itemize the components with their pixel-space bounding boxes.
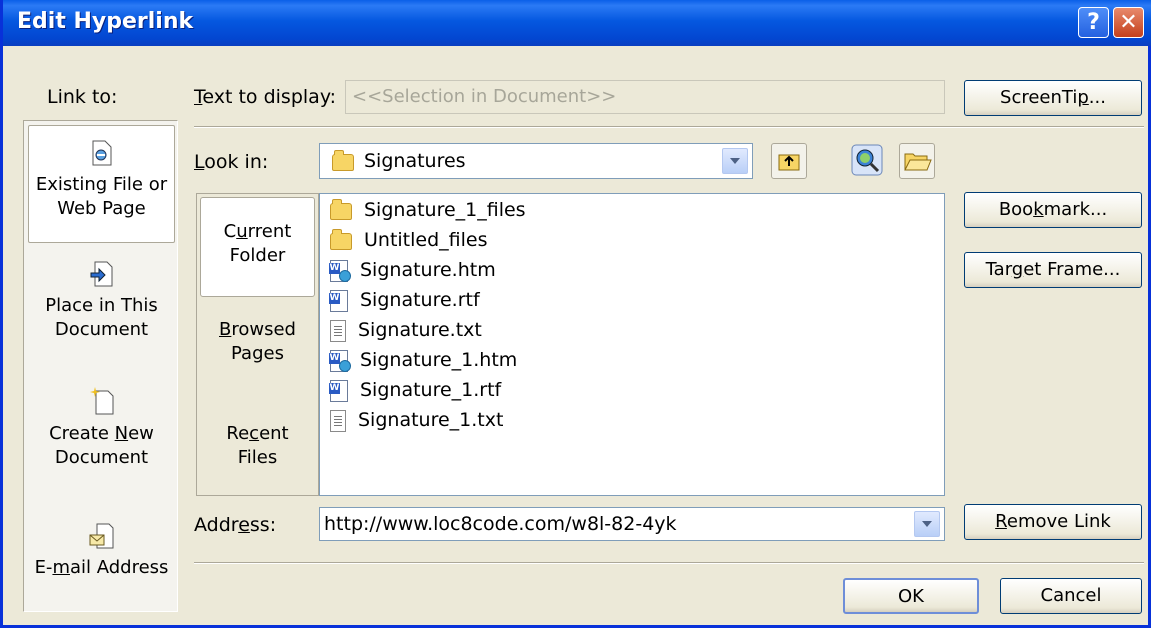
dialog-title: Edit Hyperlink bbox=[17, 9, 194, 34]
list-item[interactable]: Signature_1.txt bbox=[330, 406, 503, 434]
list-item[interactable]: Signature_1.rtf bbox=[329, 376, 502, 404]
tab-browsed-line2: Pages bbox=[231, 343, 284, 364]
file-name: Signature_1_files bbox=[364, 199, 526, 221]
link-existing-file-line2: Web Page bbox=[57, 198, 146, 219]
tab-browsed-pages[interactable]: Browsed Pages bbox=[200, 318, 315, 378]
list-item[interactable]: Signature.htm bbox=[329, 256, 496, 284]
link-place-in-document[interactable]: Place in This Document bbox=[28, 261, 175, 361]
tab-current-line2: Folder bbox=[229, 245, 286, 266]
file-name: Signature.htm bbox=[360, 259, 496, 281]
folder-icon bbox=[330, 229, 352, 250]
target-frame-button[interactable]: Target Frame... bbox=[964, 252, 1142, 288]
browse-web-icon bbox=[851, 144, 883, 176]
email-address-icon bbox=[89, 523, 113, 549]
link-existing-file[interactable]: Existing File or Web Page bbox=[28, 125, 175, 243]
tab-current-line1: Current bbox=[223, 221, 292, 242]
title-bar[interactable]: Edit Hyperlink ? ✕ bbox=[3, 0, 1151, 46]
file-name: Signature.rtf bbox=[360, 289, 480, 311]
tab-recent-files[interactable]: Recent Files bbox=[200, 422, 315, 482]
file-name: Signature_1.htm bbox=[360, 349, 518, 371]
text-to-display-label: Text to display: bbox=[194, 86, 337, 108]
file-name: Signature.txt bbox=[358, 319, 482, 341]
bookmark-button[interactable]: Bookmark... bbox=[964, 192, 1142, 228]
text-to-display-field[interactable]: <<Selection in Document>> bbox=[345, 80, 945, 114]
file-name: Untitled_files bbox=[364, 229, 488, 251]
address-label: Address: bbox=[194, 514, 277, 536]
place-in-document-icon bbox=[90, 261, 112, 287]
separator-bottom bbox=[194, 562, 1144, 564]
link-existing-file-line1: Existing File or bbox=[35, 174, 168, 195]
tab-current-folder[interactable]: Current Folder bbox=[200, 197, 315, 297]
word-web-page-icon bbox=[329, 259, 351, 282]
edit-hyperlink-dialog: Edit Hyperlink ? ✕ Link to: Existing Fil… bbox=[0, 0, 1151, 628]
word-document-icon bbox=[329, 379, 348, 402]
create-new-document-icon bbox=[89, 387, 113, 415]
address-field[interactable]: http://www.loc8code.com/w8l-82-4yk bbox=[319, 507, 945, 541]
file-list[interactable]: Signature_1_files Untitled_files Signatu… bbox=[319, 193, 945, 496]
link-to-pane: Existing File or Web Page Place in This … bbox=[23, 120, 178, 612]
link-email-address[interactable]: E-mail Address bbox=[28, 523, 175, 603]
text-file-icon bbox=[330, 319, 346, 342]
list-item[interactable]: Signature.txt bbox=[330, 316, 482, 344]
link-create-new-document[interactable]: Create New Document bbox=[28, 387, 175, 487]
word-document-icon bbox=[329, 289, 348, 312]
link-create-new-line1: Create New bbox=[49, 423, 154, 444]
folder-icon bbox=[332, 150, 354, 171]
file-name: Signature_1.txt bbox=[358, 409, 504, 431]
tab-recent-line1: Recent bbox=[226, 423, 289, 444]
file-name: Signature_1.rtf bbox=[360, 379, 502, 401]
list-item[interactable]: Signature.rtf bbox=[329, 286, 480, 314]
look-in-label: Look in: bbox=[194, 151, 269, 173]
look-in-value: Signatures bbox=[364, 150, 466, 172]
close-icon[interactable]: ✕ bbox=[1113, 7, 1144, 38]
up-folder-icon bbox=[778, 154, 800, 171]
separator-top bbox=[194, 126, 1144, 128]
browse-file-button[interactable] bbox=[899, 143, 935, 179]
link-email-line1: E-mail Address bbox=[34, 557, 169, 578]
cancel-button[interactable]: Cancel bbox=[1000, 578, 1142, 614]
list-item[interactable]: Signature_1_files bbox=[330, 196, 526, 224]
tab-browsed-line1: Browsed bbox=[219, 319, 296, 340]
address-dropdown-arrow-icon[interactable] bbox=[914, 511, 940, 537]
text-file-icon bbox=[330, 409, 346, 432]
link-create-new-line2: Document bbox=[54, 447, 149, 468]
browse-web-button[interactable] bbox=[850, 143, 886, 179]
link-place-line2: Document bbox=[54, 319, 149, 340]
look-in-dropdown-arrow-icon[interactable] bbox=[722, 148, 748, 174]
folder-icon bbox=[330, 199, 352, 220]
screentip-button[interactable]: ScreenTip... bbox=[964, 80, 1142, 116]
tab-recent-line2: Files bbox=[237, 447, 278, 468]
word-web-page-icon bbox=[329, 349, 351, 372]
remove-link-button[interactable]: Remove Link bbox=[964, 504, 1142, 540]
ok-button[interactable]: OK bbox=[843, 578, 979, 614]
up-one-folder-button[interactable] bbox=[771, 143, 807, 179]
list-item[interactable]: Untitled_files bbox=[330, 226, 488, 254]
link-to-heading: Link to: bbox=[47, 86, 118, 108]
link-place-line1: Place in This bbox=[45, 295, 158, 316]
address-value: http://www.loc8code.com/w8l-82-4yk bbox=[324, 513, 677, 535]
open-folder-icon bbox=[904, 153, 932, 171]
look-in-dropdown[interactable]: Signatures bbox=[319, 143, 753, 179]
browse-tabs: Current Folder Browsed Pages Recent File… bbox=[196, 193, 319, 496]
list-item[interactable]: Signature_1.htm bbox=[329, 346, 518, 374]
existing-file-icon bbox=[92, 140, 111, 166]
help-icon[interactable]: ? bbox=[1078, 7, 1109, 38]
